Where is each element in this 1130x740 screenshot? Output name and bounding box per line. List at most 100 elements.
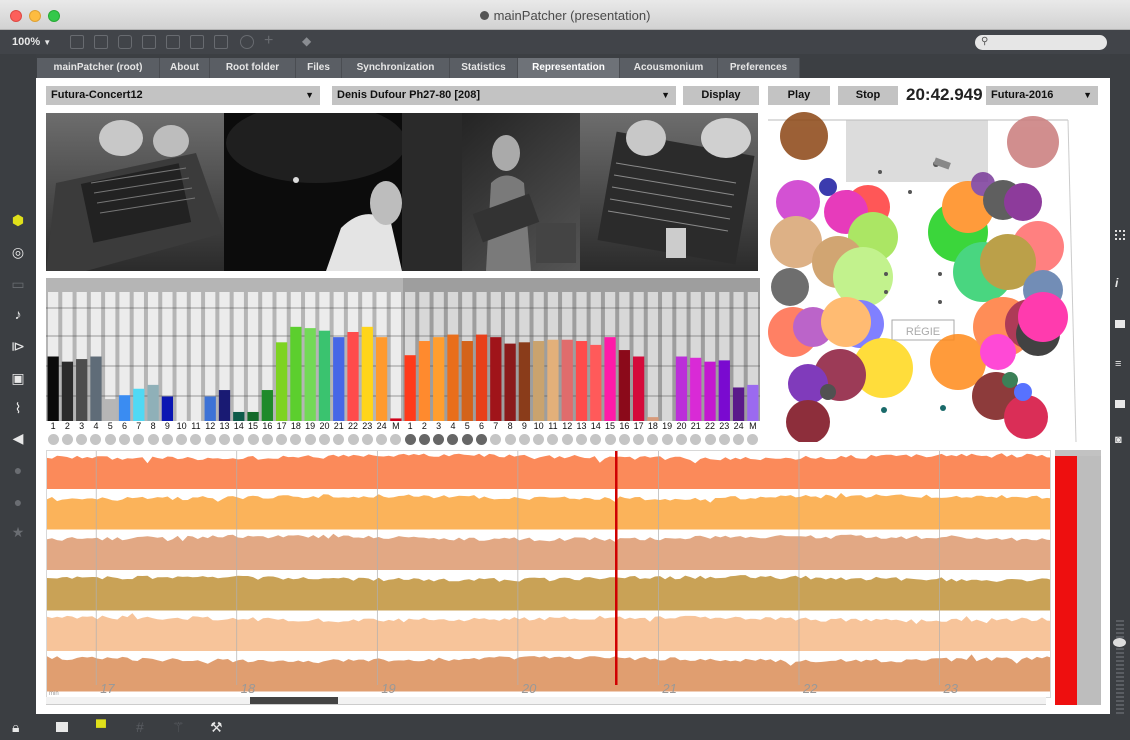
split-icon[interactable]: ⧐	[10, 338, 26, 354]
channel-toggle-dot[interactable]	[261, 434, 273, 445]
wrench-icon[interactable]: ⚒	[210, 719, 223, 736]
dial-icon[interactable]	[240, 35, 254, 49]
channel-toggle-dot[interactable]	[76, 434, 88, 445]
windows-icon[interactable]	[56, 722, 68, 732]
book-icon[interactable]	[1115, 320, 1125, 328]
festival-select[interactable]: Futura-2016 ▼	[986, 86, 1098, 105]
channel-toggle-dot[interactable]	[304, 434, 316, 445]
channel-toggle-dot[interactable]	[133, 434, 145, 445]
channel-toggle-dot[interactable]	[219, 434, 230, 445]
tab-synchronization[interactable]: Synchronization	[342, 58, 450, 78]
info-icon[interactable]: i	[1115, 276, 1118, 290]
timeline-scrollbar[interactable]	[46, 697, 1046, 705]
channel-toggle-dot[interactable]	[618, 434, 630, 445]
channel-toggle-dot[interactable]	[690, 434, 702, 445]
v-icon[interactable]: ●	[10, 462, 26, 478]
channel-toggle-dot[interactable]	[747, 434, 759, 445]
note-icon[interactable]: ♪	[10, 306, 26, 322]
message-icon[interactable]	[94, 35, 108, 49]
channel-toggle-dot[interactable]	[276, 434, 288, 445]
channel-toggle-dot[interactable]	[161, 434, 173, 445]
tab-acousmonium[interactable]: Acousmonium	[620, 58, 718, 78]
channel-toggle-dot[interactable]	[404, 434, 416, 445]
paint-bucket-icon[interactable]: ◆	[302, 34, 311, 48]
channel-toggle-dot[interactable]	[119, 434, 131, 445]
channel-toggle-dot[interactable]	[661, 434, 673, 445]
channel-toggle-dot[interactable]	[704, 434, 716, 445]
paperclip-icon[interactable]: ⌇	[10, 400, 26, 416]
channel-toggle-dot[interactable]	[733, 434, 745, 445]
channel-toggle-dot[interactable]	[433, 434, 445, 445]
piece-select[interactable]: Denis Dufour Ph27-80 [208] ▼	[332, 86, 676, 105]
channel-toggle-dot[interactable]	[104, 434, 116, 445]
plug-icon[interactable]: ◀	[10, 430, 26, 446]
toggle-icon[interactable]	[142, 35, 156, 49]
channel-toggle-dot[interactable]	[647, 434, 659, 445]
concert-select[interactable]: Futura-Concert12 ▼	[46, 86, 320, 105]
channel-toggle-dot[interactable]	[247, 434, 259, 445]
channel-toggle-dot[interactable]	[561, 434, 573, 445]
star-icon[interactable]: ★	[10, 524, 26, 540]
lock-icon[interactable]: 🔒︎	[12, 719, 19, 736]
columns-icon[interactable]	[1115, 400, 1125, 408]
channel-toggle-dot[interactable]	[176, 434, 188, 445]
channel-toggle-dot[interactable]	[190, 434, 202, 445]
new-object-icon[interactable]	[70, 35, 84, 49]
channel-toggle-dot[interactable]	[533, 434, 545, 445]
presentation-icon[interactable]: ▀	[96, 719, 106, 735]
channel-toggle-dot[interactable]	[718, 434, 730, 445]
channel-toggle-dot[interactable]	[47, 434, 59, 445]
tab-mainpatcher[interactable]: mainPatcher (root)	[37, 58, 160, 78]
channel-toggle-dot[interactable]	[476, 434, 488, 445]
camera-icon[interactable]: ◙	[1115, 434, 1122, 446]
grid-icon[interactable]	[1115, 230, 1125, 240]
channel-toggle-dot[interactable]	[590, 434, 602, 445]
channel-toggle-dot[interactable]	[490, 434, 502, 445]
display-button[interactable]: Display	[683, 86, 759, 105]
slider-icon[interactable]	[214, 35, 228, 49]
add-icon[interactable]: +	[264, 32, 273, 50]
comment-icon[interactable]	[118, 35, 132, 49]
panel-icon[interactable]: ▭	[10, 276, 26, 292]
channel-toggle-dot[interactable]	[361, 434, 373, 445]
channel-toggle-dot[interactable]	[604, 434, 616, 445]
target-icon[interactable]: ◎	[10, 244, 26, 260]
channel-toggle-dot[interactable]	[547, 434, 559, 445]
channel-toggle-dot[interactable]	[518, 434, 530, 445]
channel-toggle-dot[interactable]	[61, 434, 73, 445]
cube-icon[interactable]: ⬢	[10, 212, 26, 228]
channel-toggle-dot[interactable]	[390, 434, 402, 445]
b-icon[interactable]: ●	[10, 494, 26, 510]
channel-toggle-dot[interactable]	[504, 434, 516, 445]
channel-toggle-dot[interactable]	[461, 434, 473, 445]
channel-toggle-dot[interactable]	[675, 434, 687, 445]
channel-toggle-dot[interactable]	[290, 434, 302, 445]
tab-preferences[interactable]: Preferences	[718, 58, 800, 78]
tab-about[interactable]: About	[160, 58, 210, 78]
channel-toggle-dot[interactable]	[318, 434, 330, 445]
tab-statistics[interactable]: Statistics	[450, 58, 518, 78]
tab-root-folder[interactable]: Root folder	[210, 58, 296, 78]
search-input[interactable]: ⚲	[975, 35, 1107, 50]
channel-toggle-dot[interactable]	[376, 434, 388, 445]
tab-files[interactable]: Files	[296, 58, 342, 78]
button-icon[interactable]	[166, 35, 180, 49]
grid-icon[interactable]: #	[136, 719, 144, 735]
image-icon[interactable]: ▣	[10, 370, 26, 386]
play-button[interactable]: Play	[768, 86, 830, 105]
list-icon[interactable]: ≡	[1115, 358, 1121, 370]
channel-toggle-dot[interactable]	[204, 434, 216, 445]
channel-toggle-dot[interactable]	[147, 434, 159, 445]
wand-icon[interactable]: ⚚	[172, 719, 185, 736]
zoom-level[interactable]: 100% ▼	[12, 36, 51, 48]
channel-toggle-dot[interactable]	[233, 434, 245, 445]
volume-slider[interactable]	[1116, 620, 1124, 720]
channel-toggle-dot[interactable]	[447, 434, 459, 445]
number-icon[interactable]	[190, 35, 204, 49]
stop-button[interactable]: Stop	[838, 86, 898, 105]
volume-knob[interactable]	[1113, 638, 1126, 647]
channel-toggle-dot[interactable]	[576, 434, 587, 445]
tab-representation[interactable]: Representation	[518, 58, 620, 78]
channel-toggle-dot[interactable]	[90, 434, 102, 445]
channel-toggle-dot[interactable]	[347, 434, 359, 445]
